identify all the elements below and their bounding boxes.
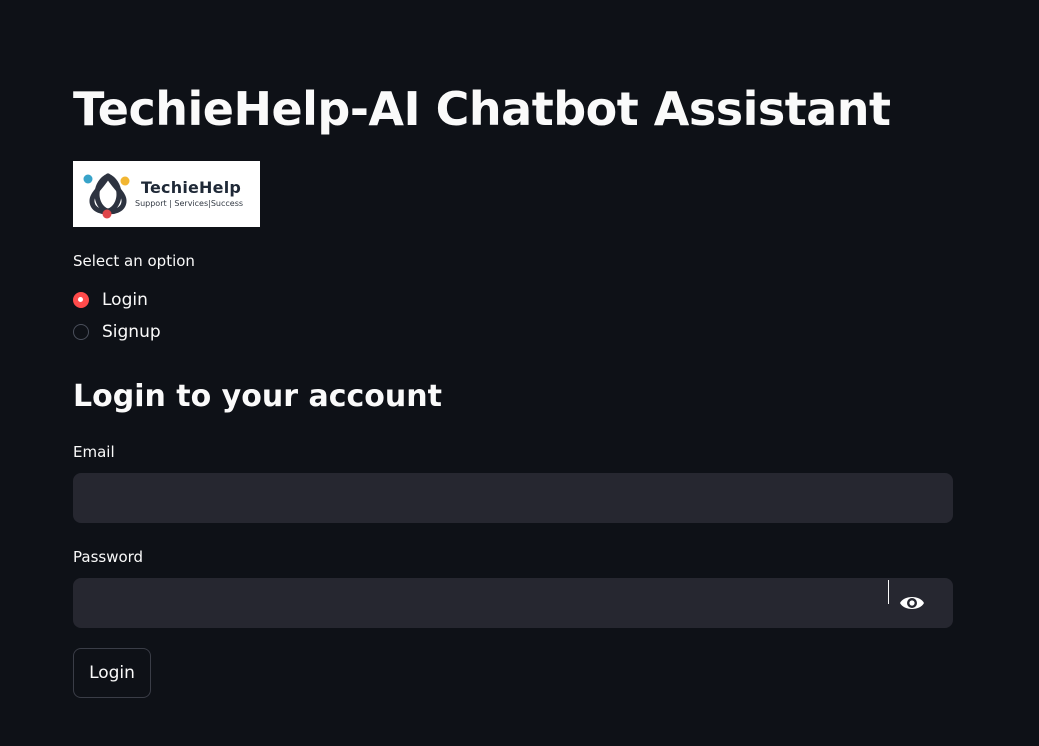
triquetra-logo-icon [83, 173, 130, 219]
radio-button-unchecked[interactable] [73, 324, 89, 340]
eye-icon[interactable] [899, 593, 925, 613]
logo-tagline: Support | Services|Success [135, 199, 244, 208]
password-field-container [73, 578, 953, 628]
text-caret [888, 580, 889, 604]
radio-option-login[interactable]: Login [73, 288, 148, 312]
techiehelp-logo: TechieHelp Support | Services|Success [73, 161, 260, 227]
email-field-container [73, 473, 953, 523]
password-field[interactable] [73, 578, 873, 628]
radio-button-checked[interactable] [73, 292, 89, 308]
email-label: Email [73, 443, 115, 461]
radio-option-label: Login [102, 290, 148, 310]
radio-option-label: Signup [102, 322, 161, 342]
app-page: TechieHelp-AI Chatbot Assistant TechieHe… [0, 0, 1039, 746]
logo-name: TechieHelp [141, 178, 242, 197]
radio-option-signup[interactable]: Signup [73, 320, 161, 344]
login-button[interactable]: Login [73, 648, 151, 698]
page-title: TechieHelp-AI Chatbot Assistant [73, 82, 891, 136]
password-label: Password [73, 548, 144, 566]
auth-mode-label: Select an option [73, 252, 195, 270]
email-field[interactable] [73, 473, 953, 523]
login-heading: Login to your account [73, 379, 442, 414]
